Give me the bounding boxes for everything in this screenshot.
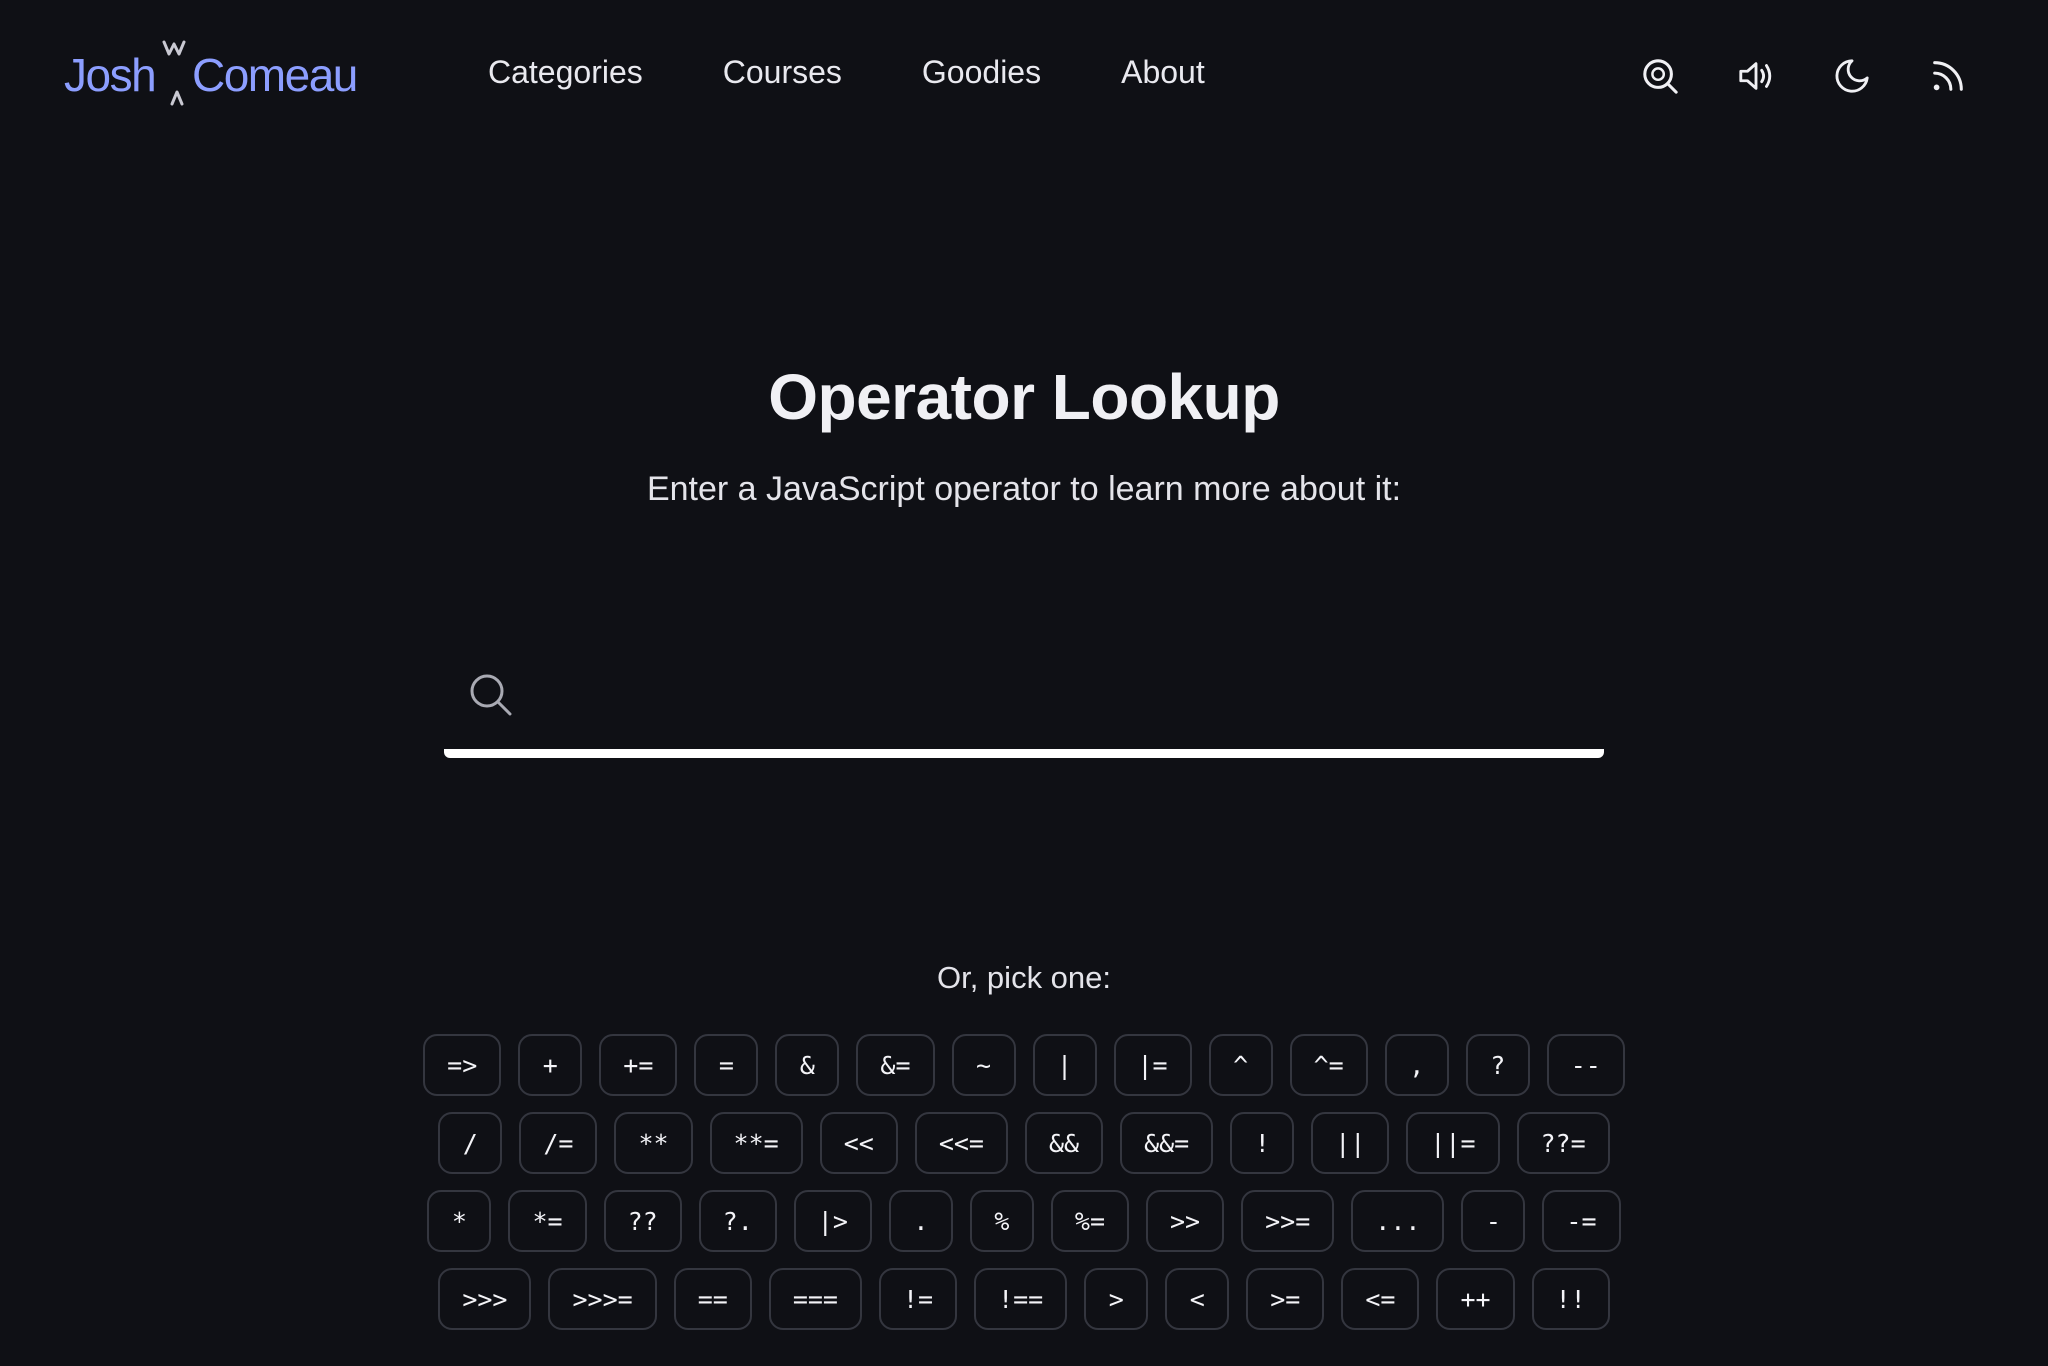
operator-button[interactable]: || bbox=[1311, 1112, 1390, 1174]
operator-button[interactable]: >>> bbox=[438, 1268, 532, 1330]
operator-button[interactable]: + bbox=[518, 1034, 583, 1096]
operator-button[interactable]: &= bbox=[856, 1034, 935, 1096]
operator-button[interactable]: % bbox=[969, 1190, 1034, 1252]
operator-button[interactable]: ??= bbox=[1516, 1112, 1610, 1174]
operator-button[interactable]: >>= bbox=[1241, 1190, 1335, 1252]
operator-row: / /= ** **= << <<= && &&=! || ||= ??= bbox=[0, 1112, 2048, 1174]
operator-button[interactable]: > bbox=[1084, 1268, 1149, 1330]
logo-last-name: Comeau bbox=[192, 49, 358, 101]
operator-button[interactable]: **= bbox=[709, 1112, 803, 1174]
operator-button[interactable]: |> bbox=[793, 1190, 872, 1252]
operator-search bbox=[444, 640, 1604, 758]
logo-link[interactable]: Josh Comeau bbox=[64, 36, 364, 116]
operator-button[interactable]: * bbox=[427, 1190, 492, 1252]
pick-one-label: Or, pick one: bbox=[936, 960, 1112, 995]
rss-feed-button[interactable] bbox=[1928, 56, 1968, 96]
operator-button[interactable]: ?? bbox=[603, 1190, 682, 1252]
operator-button[interactable]: |= bbox=[1113, 1034, 1192, 1096]
operator-button[interactable]: != bbox=[878, 1268, 958, 1330]
operator-button[interactable]: ** bbox=[614, 1112, 693, 1174]
operator-button[interactable]: . bbox=[888, 1190, 953, 1252]
operator-button[interactable]: <<= bbox=[914, 1112, 1008, 1174]
operator-button[interactable]: >= bbox=[1246, 1268, 1325, 1330]
operator-button[interactable]: && bbox=[1024, 1112, 1104, 1174]
page-subtitle: Enter a JavaScript operator to learn mor… bbox=[646, 470, 1402, 508]
operator-button[interactable]: >>>= bbox=[548, 1268, 657, 1330]
logo-first-name: Josh bbox=[64, 49, 157, 101]
operator-button[interactable]: | bbox=[1032, 1034, 1097, 1096]
dark-mode-toggle-button[interactable] bbox=[1832, 56, 1872, 96]
operator-button[interactable]: ++ bbox=[1436, 1268, 1515, 1330]
main-nav: Categories Courses Goodies About bbox=[488, 54, 1285, 91]
operator-button[interactable]: ~ bbox=[951, 1034, 1016, 1096]
operator-button[interactable]: !! bbox=[1531, 1268, 1610, 1330]
operator-button[interactable]: => bbox=[423, 1034, 502, 1096]
operator-button[interactable]: ! bbox=[1230, 1112, 1295, 1174]
operator-search-input[interactable] bbox=[444, 640, 1604, 752]
operator-row: * *=???. |>.% %= >> >>=... - -= bbox=[0, 1190, 2048, 1252]
operator-button[interactable]: === bbox=[768, 1268, 862, 1330]
operator-button[interactable]: - bbox=[1461, 1190, 1526, 1252]
operator-button[interactable]: & bbox=[775, 1034, 840, 1096]
operator-row: => + += = & &= ~ | |= ^ ^=,? -- bbox=[0, 1034, 2048, 1096]
sound-toggle-button[interactable] bbox=[1736, 56, 1776, 96]
operator-button[interactable]: &&= bbox=[1120, 1112, 1214, 1174]
nav-courses[interactable]: Courses bbox=[723, 54, 842, 91]
header-actions bbox=[1640, 56, 1968, 96]
operator-button[interactable]: += bbox=[599, 1034, 678, 1096]
page-title: Operator Lookup bbox=[768, 361, 1280, 433]
search-underline bbox=[444, 749, 1604, 758]
rss-icon bbox=[1933, 61, 1963, 91]
search-icon bbox=[1643, 59, 1678, 94]
operator-button[interactable]: ^ bbox=[1208, 1034, 1273, 1096]
sound-icon bbox=[1739, 62, 1772, 90]
operator-button[interactable]: ? bbox=[1465, 1034, 1530, 1096]
nav-about[interactable]: About bbox=[1121, 54, 1205, 91]
operator-button-grid: => + += = & &= ~ | |= ^ ^=,? -- //= ** **= << <<= && &&=! |… bbox=[0, 1034, 2048, 1346]
search-button[interactable] bbox=[1640, 56, 1680, 96]
operator-button[interactable]: <= bbox=[1341, 1268, 1420, 1330]
operator-button[interactable]: << bbox=[819, 1112, 898, 1174]
operator-button[interactable]: ?. bbox=[698, 1190, 777, 1252]
operator-button[interactable]: ... bbox=[1351, 1190, 1445, 1252]
operator-button[interactable]: *= bbox=[508, 1190, 587, 1252]
nav-categories[interactable]: Categories bbox=[488, 54, 643, 91]
operator-button[interactable]: , bbox=[1384, 1034, 1449, 1096]
site-header: Josh Comeau Categories Courses Goodies A… bbox=[0, 0, 2048, 160]
moon-icon bbox=[1835, 59, 1869, 93]
operator-button[interactable]: /= bbox=[519, 1112, 598, 1174]
operator-button[interactable]: %= bbox=[1050, 1190, 1129, 1252]
logo-squiggle-icon bbox=[162, 40, 186, 106]
operator-button[interactable]: ^= bbox=[1289, 1034, 1368, 1096]
operator-button[interactable]: >> bbox=[1146, 1190, 1225, 1252]
operator-button[interactable]: ||= bbox=[1406, 1112, 1500, 1174]
operator-button[interactable]: / bbox=[438, 1112, 503, 1174]
operator-button[interactable]: = bbox=[694, 1034, 759, 1096]
operator-row: >>> >>>= == === != !== > < >= <= ++!! bbox=[0, 1268, 2048, 1330]
operator-button[interactable]: !== bbox=[974, 1268, 1068, 1330]
operator-button[interactable]: -= bbox=[1542, 1190, 1621, 1252]
operator-button[interactable]: -- bbox=[1546, 1034, 1625, 1096]
operator-button[interactable]: == bbox=[673, 1268, 752, 1330]
nav-goodies[interactable]: Goodies bbox=[922, 54, 1041, 91]
operator-button[interactable]: < bbox=[1165, 1268, 1230, 1330]
